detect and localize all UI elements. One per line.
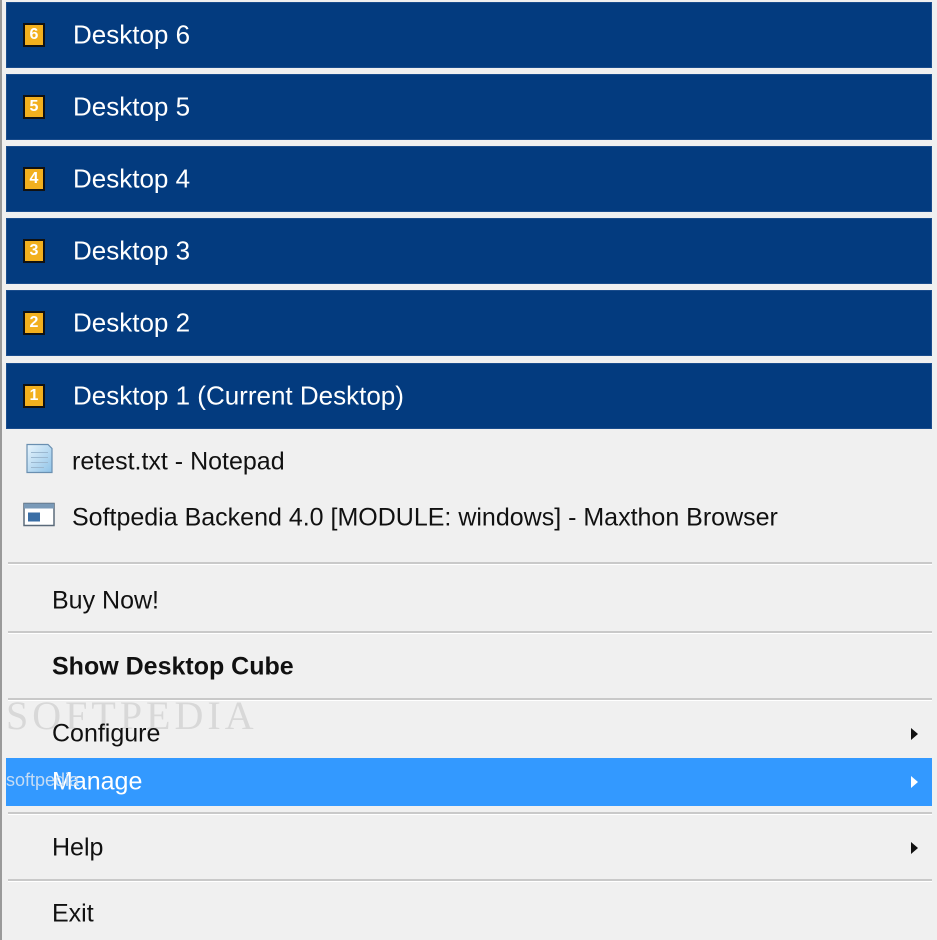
buy-now-label: Buy Now! [52,586,159,615]
browser-window-icon [22,500,56,537]
context-menu: 6 Desktop 6 5 Desktop 5 4 Desktop 4 3 De… [0,0,937,940]
desktop-number-badge: 4 [23,167,45,191]
configure-label: Configure [52,719,161,748]
desktop-number-badge: 5 [23,95,45,119]
desktop-label: Desktop 2 [73,307,191,338]
submenu-arrow-icon [911,842,918,854]
submenu-arrow-icon [911,728,918,740]
window-item-notepad[interactable]: retest.txt - Notepad [6,438,932,486]
desktop-label: Desktop 6 [73,19,191,50]
show-desktop-cube-item[interactable]: Show Desktop Cube [6,643,932,691]
manage-item[interactable]: Manage [6,758,932,806]
notepad-icon [22,442,56,483]
exit-item[interactable]: Exit [6,890,932,938]
desktop-label: Desktop 4 [73,163,191,194]
desktop-label: Desktop 5 [73,91,191,122]
desktop-item-5[interactable]: 5 Desktop 5 [6,74,932,140]
submenu-arrow-icon [911,776,918,788]
configure-item[interactable]: Configure [6,710,932,758]
desktop-number-badge: 2 [23,311,45,335]
exit-label: Exit [52,899,94,928]
menu-separator [8,562,932,565]
desktop-item-2[interactable]: 2 Desktop 2 [6,290,932,356]
menu-separator [8,879,932,882]
desktop-number-badge: 3 [23,239,45,263]
help-label: Help [52,833,104,862]
menu-separator [8,812,932,815]
buy-now-item[interactable]: Buy Now! [6,577,932,625]
desktop-label: Desktop 3 [73,235,191,266]
desktop-item-6[interactable]: 6 Desktop 6 [6,2,932,68]
window-label: retest.txt - Notepad [72,447,285,476]
show-desktop-cube-label: Show Desktop Cube [52,652,294,681]
desktop-number-badge: 6 [23,23,45,47]
desktop-number-badge: 1 [23,384,45,408]
desktop-label: Desktop 1 (Current Desktop) [73,380,404,411]
help-item[interactable]: Help [6,824,932,872]
menu-separator [8,698,932,701]
desktop-item-3[interactable]: 3 Desktop 3 [6,218,932,284]
menu-separator [8,631,932,634]
window-label: Softpedia Backend 4.0 [MODULE: windows] … [72,503,778,532]
window-item-browser[interactable]: Softpedia Backend 4.0 [MODULE: windows] … [6,494,932,542]
desktop-item-1[interactable]: 1 Desktop 1 (Current Desktop) [6,363,932,429]
manage-label: Manage [52,767,143,796]
desktop-item-4[interactable]: 4 Desktop 4 [6,146,932,212]
